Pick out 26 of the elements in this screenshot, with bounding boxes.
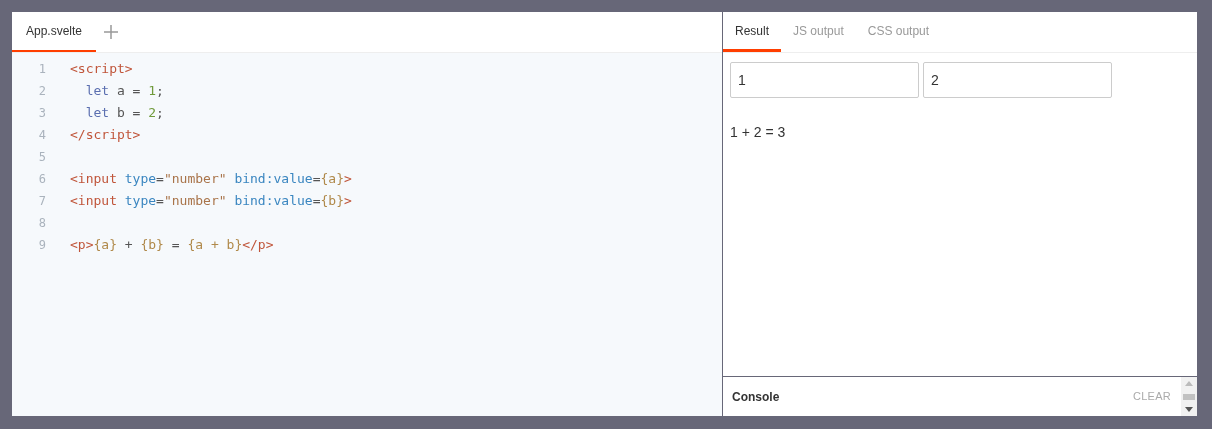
line-number: 1 bbox=[37, 61, 46, 78]
line-number: 9 bbox=[37, 237, 46, 254]
output-tab[interactable]: Result bbox=[723, 12, 781, 52]
number-input[interactable]: 1 bbox=[730, 62, 919, 98]
number-input[interactable]: 2 bbox=[923, 62, 1112, 98]
code-line: <input type="number" bind:value={a}> bbox=[70, 170, 352, 189]
line-number: 6 bbox=[37, 171, 46, 188]
console-title: Console bbox=[732, 388, 780, 406]
code-line: let a = 1; bbox=[84, 82, 164, 101]
code-line: let b = 2; bbox=[84, 104, 164, 123]
code-line: <input type="number" bind:value={b}> bbox=[70, 192, 352, 211]
code-editor[interactable]: 1 <script> 2 let a = 1; 3 let b = 2; 4 </script> 5 6 <input type="number" bind:value={a}> 7 <input type="number" bind:value={b}> 8 9 <p>{a} + {b} = {a + b}</p> bbox=[12, 53, 722, 416]
scroll-up-icon[interactable] bbox=[1185, 381, 1193, 386]
result-text: 1 + 2 = 3 bbox=[730, 123, 787, 142]
line-number: 2 bbox=[37, 83, 46, 100]
scroll-thumb[interactable] bbox=[1183, 393, 1195, 400]
code-line: </script> bbox=[70, 126, 141, 145]
line-number: 4 bbox=[37, 127, 46, 144]
scrollbar[interactable] bbox=[1181, 377, 1197, 416]
line-number: 5 bbox=[37, 149, 46, 166]
line-number: 7 bbox=[37, 193, 46, 210]
line-number: 3 bbox=[37, 105, 46, 122]
code-line: <p>{a} + {b} = {a + b}</p> bbox=[70, 236, 274, 255]
line-number: 8 bbox=[37, 215, 46, 232]
scroll-down-icon[interactable] bbox=[1185, 407, 1193, 412]
code-line: <script> bbox=[70, 60, 133, 79]
